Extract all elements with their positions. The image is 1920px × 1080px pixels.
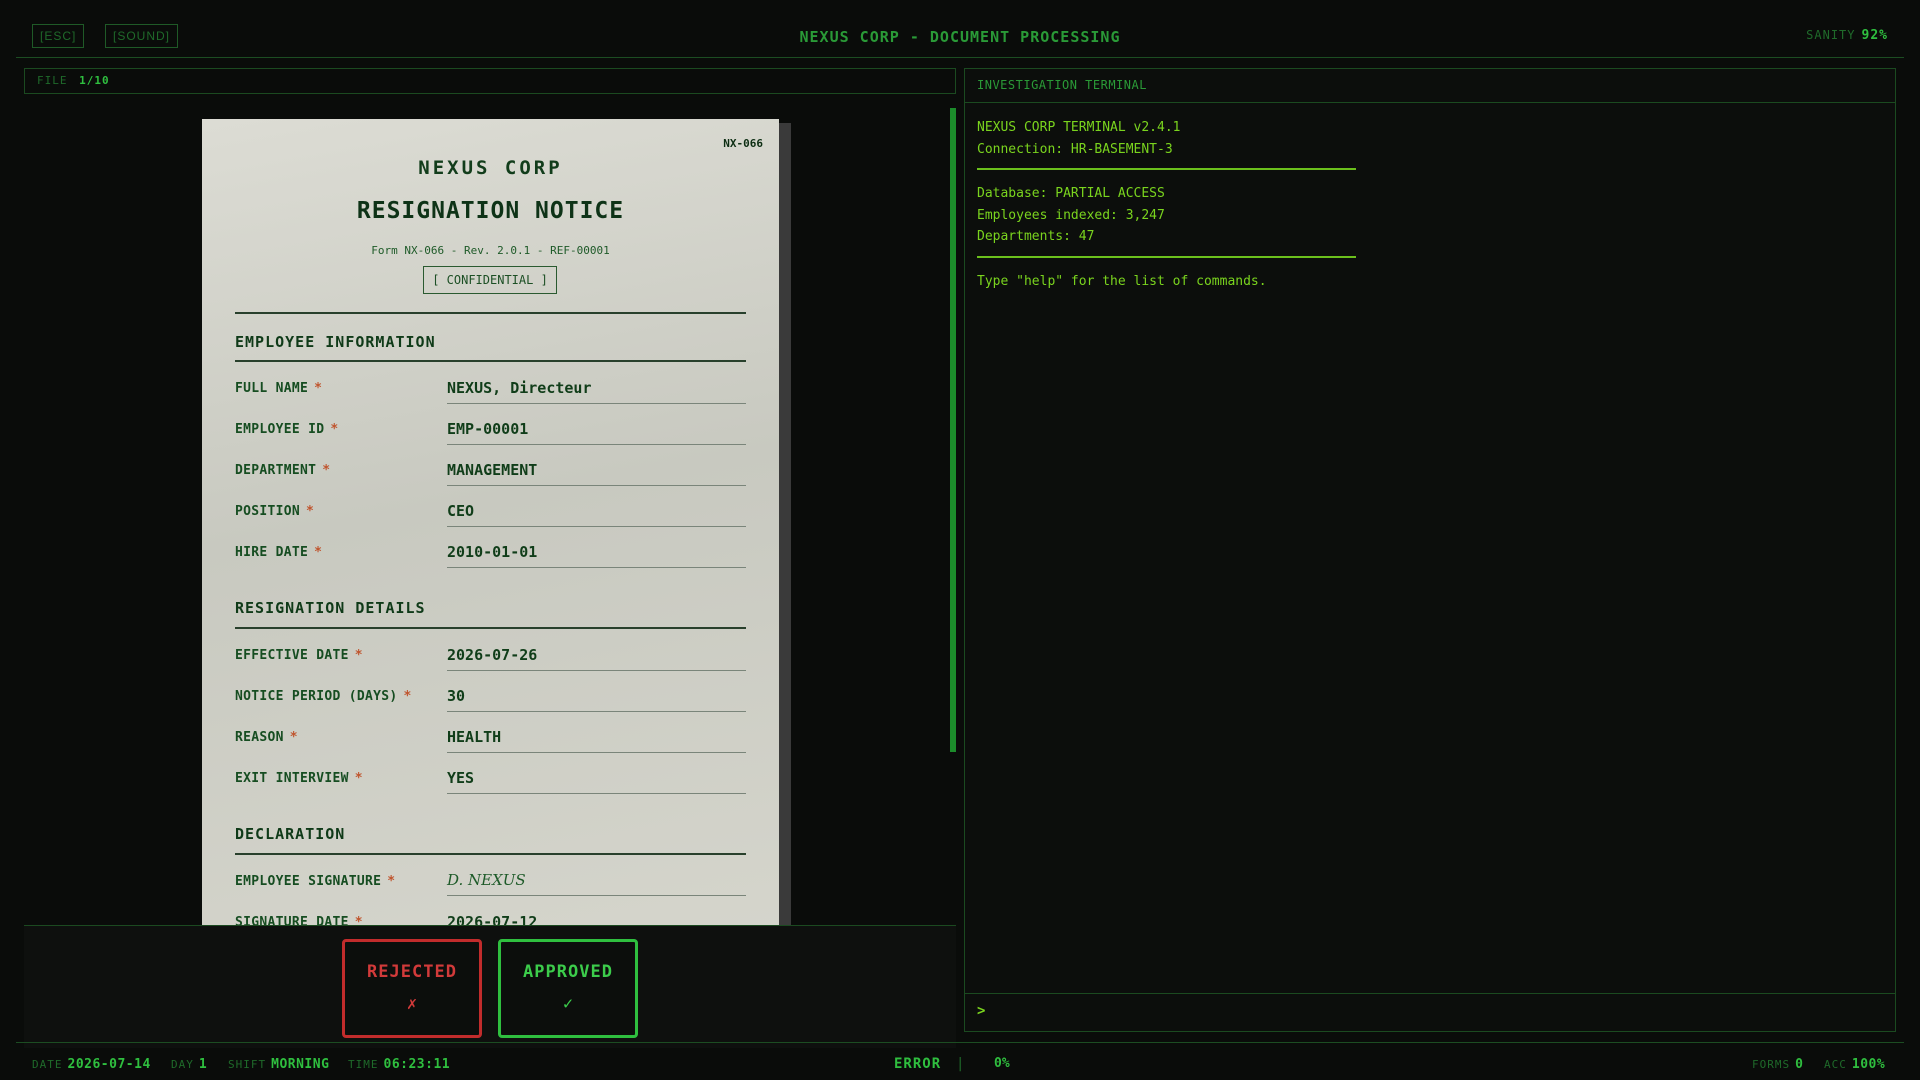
field-value-department: MANAGEMENT (447, 461, 746, 486)
field-value-notice-period: 30 (447, 687, 746, 712)
reject-label: REJECTED (367, 962, 457, 982)
terminal-line: Departments: 47 (977, 229, 1095, 244)
field-value-hire-date: 2010-01-01 (447, 543, 746, 568)
divider (235, 627, 746, 629)
sanity-value: 92% (1861, 28, 1888, 43)
field-value-position: CEO (447, 502, 746, 527)
status-forms: FORMS 0 (1752, 1057, 1804, 1072)
decision-bar: REJECTED ✗ APPROVED ✓ (24, 925, 956, 1048)
field-label: DEPARTMENT * (235, 463, 331, 478)
document-paper: NX-066 NEXUS CORP RESIGNATION NOTICE For… (202, 119, 779, 975)
field-value-reason: HEALTH (447, 728, 746, 753)
approve-button[interactable]: APPROVED ✓ (498, 939, 638, 1038)
status-date: DATE 2026-07-14 (32, 1057, 151, 1072)
document-title: RESIGNATION NOTICE (356, 198, 625, 224)
field-label: REASON * (235, 730, 298, 745)
field-label: EFFECTIVE DATE * (235, 648, 363, 663)
terminal-line: NEXUS CORP TERMINAL v2.4.1 (977, 120, 1181, 135)
field-label: EMPLOYEE ID * (235, 422, 339, 437)
file-header: FILE 1/10 (24, 68, 956, 94)
document-panel: FILE 1/10 NX-066 NEXUS CORP RESIGNATION … (24, 68, 956, 1048)
document-company: NEXUS CORP (418, 157, 563, 179)
section-employee-information: EMPLOYEE INFORMATION (235, 333, 436, 351)
status-bar: DATE 2026-07-14 DAY 1 SHIFT MORNING TIME 06:… (16, 1042, 1904, 1080)
field-label: NOTICE PERIOD (DAYS) * (235, 689, 412, 704)
field-label: HIRE DATE * (235, 545, 323, 560)
status-accuracy: ACC 100% (1824, 1057, 1886, 1072)
status-day: DAY 1 (171, 1057, 208, 1072)
check-icon: ✓ (562, 994, 574, 1014)
section-declaration: DECLARATION (235, 825, 346, 843)
terminal-line: Employees indexed: 3,247 (977, 207, 1165, 223)
terminal-line: Connection: HR-BASEMENT-3 (977, 141, 1173, 157)
approve-label: APPROVED (523, 962, 613, 982)
field-label: POSITION * (235, 504, 315, 519)
file-counter: 1/10 (79, 74, 110, 87)
terminal-help-line: Type "help" for the list of commands. (977, 273, 1267, 289)
field-label: FULL NAME * (235, 381, 323, 396)
status-shift: SHIFT MORNING (228, 1057, 330, 1072)
document-code: NX-066 (723, 137, 763, 150)
divider (235, 360, 746, 362)
section-resignation-details: RESIGNATION DETAILS (235, 599, 426, 617)
field-value-full-name: NEXUS, Directeur (447, 379, 746, 404)
investigation-terminal: INVESTIGATION TERMINAL NEXUS CORP TERMIN… (964, 68, 1896, 1032)
field-label: EXIT INTERVIEW * (235, 771, 363, 786)
terminal-prompt: > (965, 993, 1895, 1031)
terminal-separator (977, 168, 1356, 170)
terminal-input[interactable] (995, 1000, 1875, 1024)
prompt-caret-icon: > (977, 1003, 986, 1019)
field-value-exit-interview: YES (447, 769, 746, 794)
field-value-employee-id: EMP-00001 (447, 420, 746, 445)
status-separator: | (956, 1056, 965, 1072)
form-reference: Form NX-066 - Rev. 2.0.1 - REF-00001 (371, 244, 610, 257)
terminal-separator (977, 255, 1356, 258)
field-value-signature: D. NEXUS (447, 871, 746, 896)
sanity-label: SANITY (1806, 28, 1856, 42)
divider (235, 312, 746, 314)
status-progress: 0% (994, 1056, 1010, 1071)
status-time: TIME 06:23:11 (348, 1057, 451, 1072)
field-label: EMPLOYEE SIGNATURE * (235, 874, 396, 889)
document-scrollbar[interactable] (950, 108, 956, 752)
field-value-effective-date: 2026-07-26 (447, 646, 746, 671)
terminal-line: Database: PARTIAL ACCESS (977, 186, 1165, 201)
file-label: FILE (37, 74, 68, 87)
game-frame: [ESC] [SOUND] NEXUS CORP - DOCUMENT PROC… (16, 16, 1904, 1072)
sanity-meter: SANITY 92% (1806, 28, 1888, 43)
cross-icon: ✗ (406, 994, 418, 1014)
divider (235, 853, 746, 855)
confidential-stamp: [ CONFIDENTIAL ] (423, 266, 557, 294)
terminal-output: NEXUS CORP TERMINAL v2.4.1 Connection: H… (977, 117, 1356, 292)
terminal-header: INVESTIGATION TERMINAL (965, 69, 1895, 103)
app-title: NEXUS CORP - DOCUMENT PROCESSING (799, 28, 1121, 46)
top-bar: [ESC] [SOUND] NEXUS CORP - DOCUMENT PROC… (16, 16, 1904, 58)
status-error: ERROR (894, 1056, 942, 1072)
reject-button[interactable]: REJECTED ✗ (342, 939, 482, 1038)
